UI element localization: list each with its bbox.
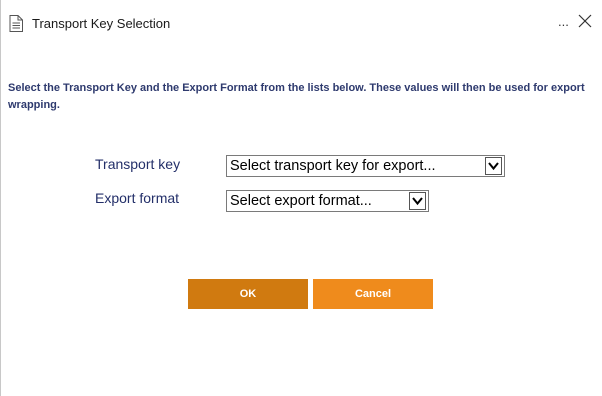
title-bar: Transport Key Selection ...: [0, 0, 602, 44]
document-icon: [9, 15, 23, 32]
export-format-selected-value: Select export format...: [230, 193, 372, 209]
transport-key-label: Transport key: [95, 156, 181, 172]
window-title: Transport Key Selection: [32, 16, 171, 31]
window-left-border: [0, 0, 1, 396]
ok-button[interactable]: OK: [188, 279, 308, 309]
more-options-icon[interactable]: ...: [558, 13, 569, 30]
close-icon[interactable]: [577, 13, 593, 29]
chevron-down-icon[interactable]: [409, 192, 426, 210]
export-format-select[interactable]: Select export format...: [226, 190, 429, 212]
instructions-text: Select the Transport Key and the Export …: [8, 82, 585, 111]
cancel-button[interactable]: Cancel: [313, 279, 433, 309]
export-format-label: Export format: [95, 190, 180, 206]
chevron-down-icon[interactable]: [485, 157, 502, 175]
transport-key-selected-value: Select transport key for export...: [230, 158, 436, 174]
transport-key-select[interactable]: Select transport key for export...: [226, 155, 505, 177]
